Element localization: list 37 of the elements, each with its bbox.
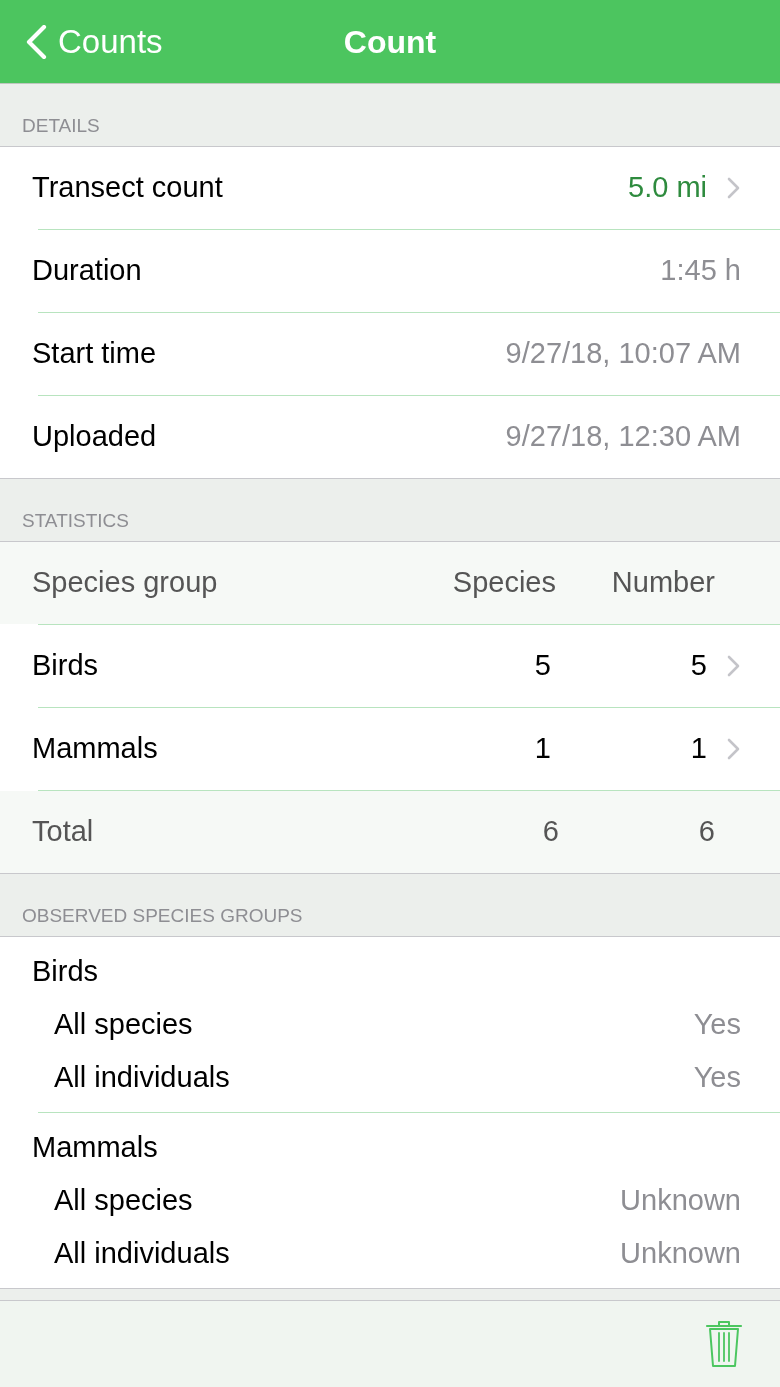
- row-label: All species: [54, 1006, 194, 1042]
- species-count: 1: [533, 731, 551, 767]
- section-header: OBSERVED SPECIES GROUPS: [22, 904, 303, 928]
- species-count: 6: [541, 814, 559, 850]
- group-name: Mammals: [32, 1129, 158, 1165]
- individual-count: 5: [689, 648, 707, 684]
- group-label: Mammals: [32, 731, 159, 767]
- row-value: 9/27/18, 10:07 AM: [505, 336, 741, 372]
- row-value: Unknown: [620, 1235, 741, 1271]
- group-name: Birds: [32, 953, 99, 989]
- screen-title: Count: [343, 22, 437, 62]
- group-label: Birds: [32, 648, 100, 684]
- row-label: All individuals: [54, 1059, 231, 1095]
- row-label: All species: [54, 1182, 194, 1218]
- section-header: STATISTICS: [22, 509, 129, 533]
- row-value: Yes: [693, 1006, 741, 1042]
- chevron-left-icon: [25, 24, 47, 59]
- row-value: 5.0 mi: [628, 170, 707, 206]
- row-label: All individuals: [54, 1235, 231, 1271]
- row-value: Unknown: [620, 1182, 741, 1218]
- individual-count: 1: [689, 731, 707, 767]
- column-header: Species: [451, 565, 556, 601]
- species-count: 5: [533, 648, 551, 684]
- row-label: Start time: [32, 336, 158, 372]
- section-header: DETAILS: [22, 114, 100, 138]
- trash-icon[interactable]: [705, 1320, 743, 1368]
- column-header: Species group: [32, 565, 219, 601]
- total-label: Total: [32, 814, 95, 850]
- row-value: 9/27/18, 12:30 AM: [505, 419, 741, 455]
- individual-count: 6: [697, 814, 715, 850]
- back-button[interactable]: Counts: [25, 21, 163, 62]
- row-label: Transect count: [32, 170, 224, 206]
- column-header: Number: [610, 565, 715, 601]
- row-value: Yes: [693, 1059, 741, 1095]
- row-value: 1:45 h: [660, 253, 741, 289]
- row-label: Uploaded: [32, 419, 158, 455]
- row-label: Duration: [32, 253, 143, 289]
